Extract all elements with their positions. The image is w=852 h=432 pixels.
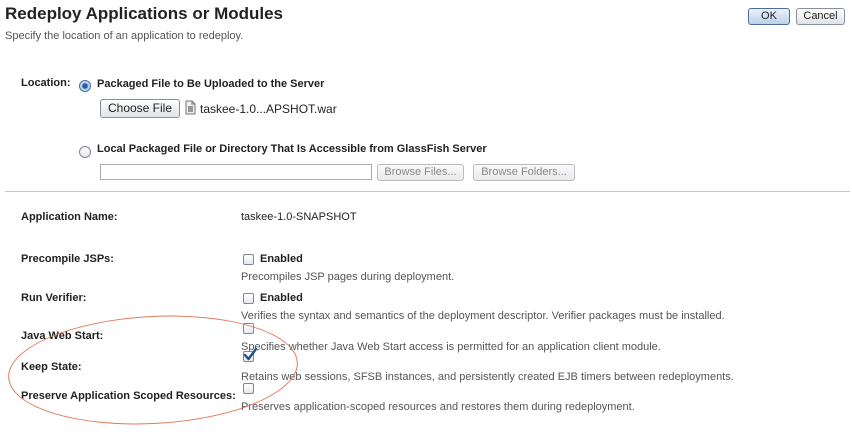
keep-state-checkbox[interactable] xyxy=(243,347,258,362)
local-path-input[interactable] xyxy=(100,164,372,180)
section-divider xyxy=(5,191,850,192)
page-title: Redeploy Applications or Modules xyxy=(5,4,284,23)
precompile-jsps-label: Precompile JSPs: xyxy=(21,253,114,265)
app-name-label: Application Name: xyxy=(21,211,118,223)
browse-files-button[interactable]: Browse Files... xyxy=(377,164,464,181)
selected-file-name: taskee-1.0...APSHOT.war xyxy=(200,102,337,116)
run-verifier-help: Verifies the syntax and semantics of the… xyxy=(241,310,725,322)
choose-file-button[interactable]: Choose File xyxy=(100,99,180,118)
browse-folders-button[interactable]: Browse Folders... xyxy=(473,164,575,181)
war-file-icon xyxy=(185,100,196,120)
page-subtitle: Specify the location of an application t… xyxy=(5,30,244,42)
preserve-resources-label: Preserve Application Scoped Resources: xyxy=(21,390,236,402)
run-verifier-option: Enabled xyxy=(260,292,303,304)
java-web-start-label: Java Web Start: xyxy=(21,330,104,342)
location-label: Location: xyxy=(21,77,71,89)
ok-button[interactable]: OK xyxy=(748,8,790,25)
radio-packaged-file-label: Packaged File to Be Uploaded to the Serv… xyxy=(97,78,325,90)
precompile-jsps-option: Enabled xyxy=(260,253,303,265)
run-verifier-checkbox[interactable] xyxy=(243,293,254,304)
radio-packaged-file[interactable] xyxy=(79,80,91,92)
run-verifier-label: Run Verifier: xyxy=(21,292,87,304)
cancel-button[interactable]: Cancel xyxy=(796,8,845,25)
preserve-resources-checkbox[interactable] xyxy=(243,383,254,394)
keep-state-label: Keep State: xyxy=(21,361,82,373)
radio-local-file-label: Local Packaged File or Directory That Is… xyxy=(97,143,487,155)
radio-local-file[interactable] xyxy=(79,146,91,158)
checkmark-icon xyxy=(243,347,258,361)
java-web-start-help: Specifies whether Java Web Start access … xyxy=(241,341,661,353)
preserve-resources-help: Preserves application-scoped resources a… xyxy=(241,401,635,413)
keep-state-help: Retains web sessions, SFSB instances, an… xyxy=(241,371,734,383)
precompile-jsps-help: Precompiles JSP pages during deployment. xyxy=(241,271,455,283)
java-web-start-checkbox[interactable] xyxy=(243,323,254,334)
app-name-value: taskee-1.0-SNAPSHOT xyxy=(241,211,357,223)
precompile-jsps-checkbox[interactable] xyxy=(243,254,254,265)
